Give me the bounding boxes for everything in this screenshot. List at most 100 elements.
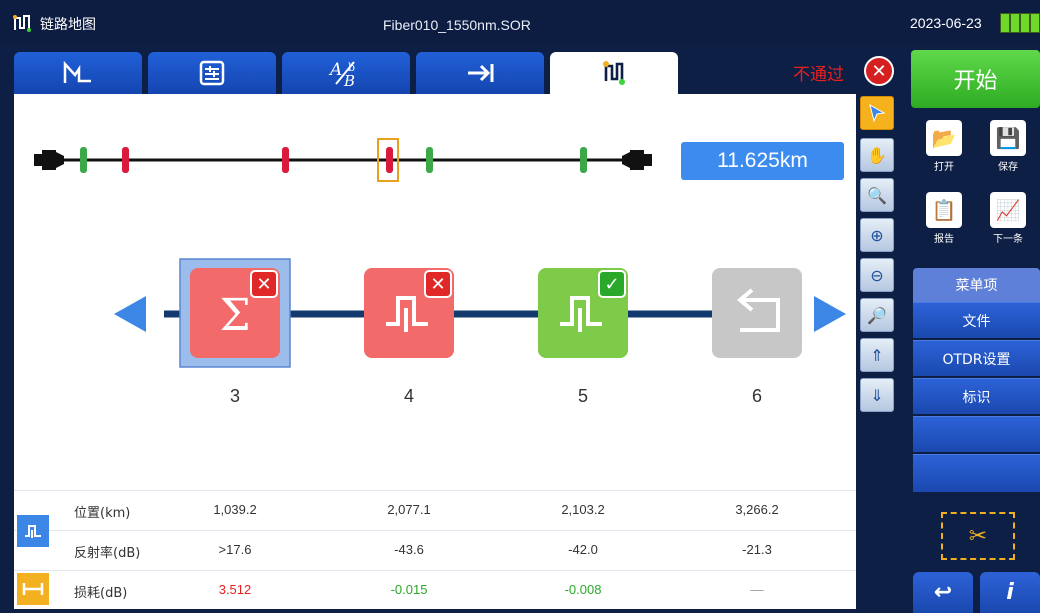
row-label: 损耗(dB) xyxy=(74,586,128,601)
tab-arrow[interactable] xyxy=(416,52,544,94)
next-button[interactable]: 📈 下一条 xyxy=(977,192,1039,248)
trace-icon xyxy=(63,61,91,83)
zoom-fit-button[interactable]: 🔍 xyxy=(860,178,894,212)
back-button[interactable]: ↩ xyxy=(913,572,973,613)
menu-item-empty[interactable] xyxy=(913,454,1040,492)
arrow-down-icon: ⇓ xyxy=(870,385,884,405)
table-cell: -42.0 xyxy=(568,542,598,557)
info-icon: i xyxy=(1006,580,1014,605)
pass-check-icon: ✓ xyxy=(598,270,626,298)
zoom-in-icon: ⊕ xyxy=(870,225,884,245)
event-marker xyxy=(386,147,393,173)
start-connector-icon xyxy=(34,150,64,170)
prev-arrow-icon xyxy=(114,296,146,332)
link-map-app-icon xyxy=(13,15,31,32)
move-down-button[interactable]: ⇓ xyxy=(860,378,894,412)
event-details-table: 位置(km) 1,039.2 2,077.1 2,103.2 3,266.2 反… xyxy=(14,490,856,609)
pointer-tool-button[interactable] xyxy=(860,96,894,130)
screenshot-button[interactable]: ✂ xyxy=(941,512,1015,560)
zoom-fit-icon: 🔍 xyxy=(867,185,887,205)
link-map-area[interactable]: Σ 11.625km ✕ ✕ ✓ 3 4 5 6 xyxy=(14,94,856,490)
arrow-up-icon: ⇑ xyxy=(870,345,884,365)
table-cell: >17.6 xyxy=(218,542,252,557)
event-number[interactable]: 3 xyxy=(205,386,265,407)
table-cell: -0.008 xyxy=(564,582,602,597)
report-label: 报告 xyxy=(934,234,954,245)
table-row: 损耗(dB) 3.512 -0.015 -0.008 — xyxy=(14,571,856,610)
table-cell: — xyxy=(750,582,764,597)
tab-table[interactable] xyxy=(148,52,276,94)
date-display: 2023-06-23 xyxy=(910,15,982,31)
row-label: 反射率(dB) xyxy=(74,546,141,561)
open-button[interactable]: 📂 打开 xyxy=(913,120,975,176)
menu-item-otdr-settings[interactable]: OTDR设置 xyxy=(913,340,1040,376)
save-button[interactable]: 💾 保存 xyxy=(977,120,1039,176)
event-number[interactable]: 5 xyxy=(553,386,613,407)
distance-readout: 11.625km xyxy=(681,142,844,180)
next-arrow-icon xyxy=(814,296,846,332)
event-marker xyxy=(122,147,129,173)
move-up-button[interactable]: ⇑ xyxy=(860,338,894,372)
table-cell: 3,266.2 xyxy=(735,502,779,517)
title-bar: 链路地图 Fiber010_1550nm.SOR 2023-06-23 xyxy=(0,0,1040,46)
open-label: 打开 xyxy=(934,162,954,173)
back-arrow-icon: ↩ xyxy=(933,580,953,605)
zoom-out-button[interactable]: ⊖ xyxy=(860,258,894,292)
view-tab-bar: AbB 不通过 ✕ xyxy=(0,46,905,94)
event-number[interactable]: 6 xyxy=(727,386,787,407)
zoom-reset-icon: 🔎 xyxy=(867,305,887,325)
zoom-reset-button[interactable]: 🔎 xyxy=(860,298,894,332)
table-cell: -0.015 xyxy=(390,582,428,597)
hand-icon: ✋ xyxy=(867,145,887,165)
table-cell: 2,103.2 xyxy=(561,502,605,517)
table-row: 位置(km) 1,039.2 2,077.1 2,103.2 3,266.2 xyxy=(14,491,856,531)
arrow-right-bar-icon xyxy=(468,64,494,82)
zoom-out-icon: ⊖ xyxy=(870,265,884,285)
next-label: 下一条 xyxy=(993,234,1023,245)
zoom-in-button[interactable]: ⊕ xyxy=(860,218,894,252)
event-number[interactable]: 4 xyxy=(379,386,439,407)
report-button[interactable]: 📋 报告 xyxy=(913,192,975,248)
row-label: 位置(km) xyxy=(74,506,131,521)
tab-ab-compare[interactable]: AbB xyxy=(282,52,410,94)
report-icon: 📋 xyxy=(926,192,962,228)
span-icon xyxy=(17,573,49,605)
next-trace-icon: 📈 xyxy=(990,192,1026,228)
menu-item-identify[interactable]: 标识 xyxy=(913,378,1040,414)
event-marker xyxy=(80,147,87,173)
ab-compare-icon: AbB xyxy=(328,60,355,88)
folder-icon: 📂 xyxy=(926,120,962,156)
fail-x-icon: ✕ xyxy=(424,270,452,298)
reflective-event-icon xyxy=(17,515,49,547)
end-event-icon xyxy=(712,268,802,358)
floppy-icon: 💾 xyxy=(990,120,1026,156)
app-title: 链路地图 xyxy=(40,17,96,33)
info-button[interactable]: i xyxy=(980,572,1040,613)
battery-icon xyxy=(1000,13,1040,33)
menu-header: 菜单项 xyxy=(913,268,1040,302)
table-cell: -43.6 xyxy=(394,542,424,557)
link-map-icon xyxy=(603,61,625,85)
tab-trace[interactable] xyxy=(14,52,142,94)
table-icon xyxy=(199,60,225,86)
svg-text:Σ: Σ xyxy=(219,290,250,341)
result-status-label: 不通过 xyxy=(793,65,844,85)
table-cell: 2,077.1 xyxy=(387,502,431,517)
fail-x-icon: ✕ xyxy=(864,56,894,86)
menu-item-empty[interactable] xyxy=(913,416,1040,452)
table-cell: -21.3 xyxy=(742,542,772,557)
menu-item-file[interactable]: 文件 xyxy=(913,302,1040,338)
event-marker xyxy=(580,147,587,173)
start-button[interactable]: 开始 xyxy=(911,50,1040,108)
pan-tool-button[interactable]: ✋ xyxy=(860,138,894,172)
save-label: 保存 xyxy=(998,162,1018,173)
table-cell: 3.512 xyxy=(218,582,252,597)
screenshot-icon: ✂ xyxy=(968,523,988,549)
svg-text:A: A xyxy=(328,60,342,80)
end-connector-icon xyxy=(622,150,652,170)
tab-link-map[interactable] xyxy=(550,52,678,94)
pointer-icon xyxy=(869,103,886,123)
table-cell: 1,039.2 xyxy=(213,502,257,517)
svg-text:B: B xyxy=(343,72,355,88)
table-row: 反射率(dB) >17.6 -43.6 -42.0 -21.3 xyxy=(14,515,856,571)
